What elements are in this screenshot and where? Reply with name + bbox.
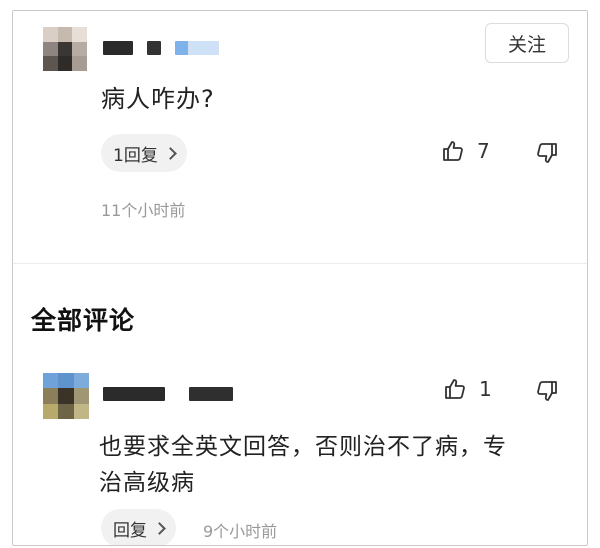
avatar[interactable] (43, 27, 87, 71)
comment-reply-button[interactable]: 回复 (101, 509, 176, 545)
like-count: 7 (477, 139, 490, 163)
comment-tag-blurred (189, 387, 233, 401)
comment-text-line: 治高级病 (99, 470, 195, 496)
comment-text: 也要求全英文回答，否则治不了病，专 治高级病 (99, 429, 559, 501)
chevron-right-icon (163, 146, 177, 160)
thumbs-down-icon (537, 381, 557, 401)
like-button[interactable]: 7 (441, 139, 490, 163)
reply-count-button[interactable]: 1回复 (101, 134, 187, 172)
chevron-right-icon (153, 521, 166, 535)
section-divider (13, 263, 587, 264)
user-badge-blurred (175, 41, 219, 55)
user-tag-blurred (147, 41, 161, 55)
comment-reply-label: 回复 (113, 520, 147, 541)
dislike-button[interactable] (535, 141, 559, 169)
comment-username-blurred[interactable] (103, 387, 165, 401)
comment-like-button[interactable]: 1 (443, 377, 492, 401)
comment-avatar[interactable] (43, 373, 89, 419)
thumbs-up-icon (443, 141, 463, 161)
thumbs-up-icon (445, 379, 465, 399)
post-frame: 关注 病人咋办? 1回复 7 11个小时前 全部评论 1 也要求全英文回答，否则… (12, 10, 588, 546)
comment-like-count: 1 (479, 377, 492, 401)
comment-dislike-button[interactable] (535, 379, 559, 407)
comment-text-line: 也要求全英文回答，否则治不了病，专 (99, 434, 507, 460)
follow-button[interactable]: 关注 (485, 23, 569, 63)
comment-timestamp: 9个小时前 (203, 522, 278, 541)
thumbs-down-icon (537, 143, 557, 163)
reply-count-label: 1回复 (113, 145, 158, 166)
username-blurred[interactable] (103, 41, 133, 55)
post-timestamp: 11个小时前 (101, 201, 186, 220)
question-text: 病人咋办? (101, 85, 215, 113)
section-title: 全部评论 (31, 306, 136, 335)
